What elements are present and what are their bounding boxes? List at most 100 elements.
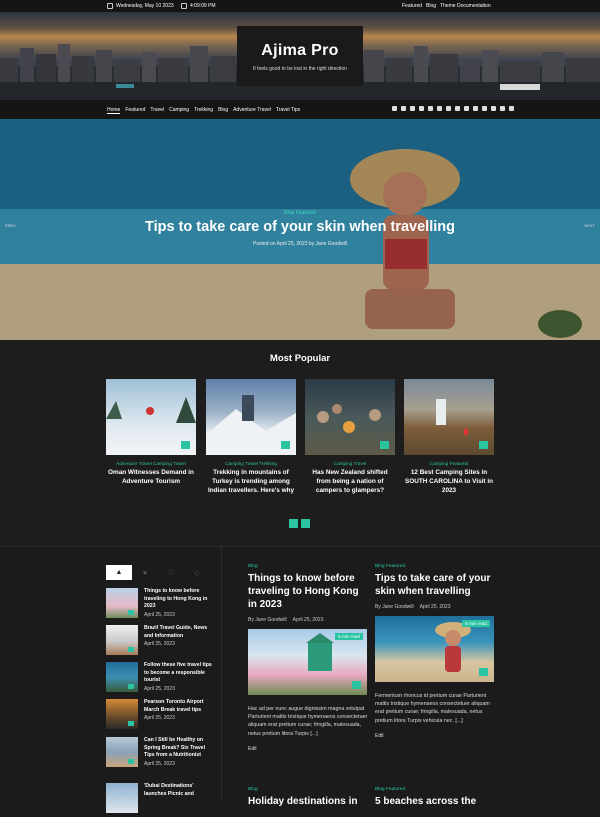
post-edit-link[interactable]: Edit	[248, 746, 370, 752]
site-title[interactable]: Ajima Pro	[237, 42, 363, 60]
popular-card-category[interactable]: Camping Travel	[305, 461, 395, 466]
twitter-icon[interactable]	[401, 106, 406, 111]
post-image[interactable]: 5 min read	[248, 629, 367, 695]
sidebar-post-title[interactable]: Things to know before traveling to Hong …	[144, 588, 214, 611]
popular-card[interactable]: Camping Travel Has New Zealand shifted f…	[305, 379, 395, 496]
nav-item-blog[interactable]: Blog	[218, 107, 228, 114]
shuffle-icon[interactable]	[491, 106, 496, 111]
popular-card-image[interactable]	[305, 379, 395, 455]
popular-card-title[interactable]: Oman Witnesses Demand in Adventure Touri…	[106, 469, 196, 487]
popular-card-image[interactable]	[106, 379, 196, 455]
popular-card-category[interactable]: Camping Featured	[404, 461, 494, 466]
sidebar-post[interactable]: Can I Still be Healthy on Spring Break? …	[106, 737, 210, 771]
post-category[interactable]: Blog	[248, 787, 370, 792]
post-card: Blog Featured Tips to take care of your …	[375, 564, 497, 739]
instagram-icon[interactable]	[410, 106, 415, 111]
youtube-icon[interactable]	[428, 106, 433, 111]
popular-card-title[interactable]: 12 Best Camping Sites in SOUTH CAROLINA …	[404, 469, 494, 496]
nav-menu: Home Featured Travel Camping Trekking Bl…	[107, 107, 300, 114]
whatsapp-icon[interactable]	[464, 106, 469, 111]
sidebar-post-title[interactable]: 'Dubai Destinations' launches Picnic and	[144, 783, 214, 798]
popular-card-title[interactable]: Has New Zealand shifted from being a nat…	[305, 469, 395, 496]
nav-item-travel[interactable]: Travel	[150, 107, 164, 114]
tag-icon: ◇	[194, 569, 200, 577]
nav-item-adventure-travel[interactable]: Adventure Travel	[233, 107, 271, 114]
site-tagline: It feels good to be lost in the right di…	[253, 66, 347, 72]
tab-trending[interactable]: ▲	[106, 565, 132, 580]
post-title[interactable]: Holiday destinations in	[248, 795, 370, 808]
top-link-blog[interactable]: Blog	[426, 3, 436, 9]
post-date[interactable]: April 25, 2023	[293, 617, 324, 623]
hero-title[interactable]: Tips to take care of your skin when trav…	[0, 219, 600, 235]
tab-popular[interactable]: ★	[132, 565, 158, 580]
top-link-theme-documentation[interactable]: Theme Documentation	[440, 3, 491, 9]
popular-next-button[interactable]	[301, 519, 310, 528]
post-edit-link[interactable]: Edit	[375, 733, 497, 739]
post-category[interactable]: Blog	[248, 564, 370, 569]
search-icon[interactable]	[509, 106, 514, 111]
hero-category[interactable]: Blog Featured	[0, 210, 600, 216]
post-category[interactable]: Blog Featured	[375, 564, 497, 569]
tab-tags[interactable]: ◇	[184, 565, 210, 580]
nav-item-trekking[interactable]: Trekking	[194, 107, 213, 114]
post-title[interactable]: 5 beaches across the	[375, 795, 497, 808]
sidebar-post-thumbnail[interactable]	[106, 625, 138, 655]
nav-item-camping[interactable]: Camping	[169, 107, 189, 114]
popular-card-image[interactable]	[404, 379, 494, 455]
nav-item-travel-tips[interactable]: Travel Tips	[276, 107, 300, 114]
pinterest-icon[interactable]	[437, 106, 442, 111]
sidebar-post-title[interactable]: Follow these five travel tips to become …	[144, 662, 214, 685]
spotify-icon[interactable]	[473, 106, 478, 111]
popular-card[interactable]: Adventure Travel Camping Travel Oman Wit…	[106, 379, 196, 487]
hero-meta: Posted on April 25, 2023 by Jane Goodwil…	[253, 241, 347, 247]
popular-card-category[interactable]: Camping Travel Trekking	[206, 461, 296, 466]
tab-comments[interactable]: □	[158, 565, 184, 580]
sidebar-post-thumbnail[interactable]	[106, 588, 138, 618]
sidebar-post-thumbnail[interactable]	[106, 783, 138, 813]
nav-item-home[interactable]: Home	[107, 107, 121, 114]
sidebar-post-thumbnail[interactable]	[106, 737, 138, 767]
read-time-badge: 5 min read	[335, 633, 363, 640]
nav-item-featured[interactable]: Featured	[125, 107, 145, 114]
hero-slider: PREV NEXT Blog Featured Tips to take car…	[0, 119, 600, 340]
sidebar-post[interactable]: Things to know before traveling to Hong …	[106, 588, 210, 622]
popular-card-category[interactable]: Adventure Travel Camping Travel	[106, 461, 196, 466]
fire-icon: ▲	[115, 569, 123, 576]
post-category[interactable]: Blog Featured	[375, 787, 497, 792]
sidebar-post-thumbnail[interactable]	[106, 662, 138, 692]
sidebar-post[interactable]: Pearson Toronto Airport March Break trav…	[106, 699, 210, 733]
rss-icon[interactable]	[482, 106, 487, 111]
post-image[interactable]: 5 min read	[375, 616, 494, 682]
sidebar-post-date: April 25, 2023	[144, 641, 175, 648]
post-author[interactable]: By Jane Goodwill	[375, 604, 414, 610]
popular-card[interactable]: Camping Featured 12 Best Camping Sites i…	[404, 379, 494, 496]
date-text: Wednesday, May 10 2023	[116, 3, 174, 9]
most-popular-heading: Most Popular	[269, 353, 331, 364]
sidebar-post-title[interactable]: Brazil Travel Guide, News and Informatio…	[144, 625, 214, 640]
popular-card[interactable]: Camping Travel Trekking Trekking in moun…	[206, 379, 296, 496]
sidebar-post[interactable]: 'Dubai Destinations' launches Picnic and	[106, 783, 210, 817]
calendar-icon	[107, 3, 113, 9]
post-author[interactable]: By Jane Goodwill	[248, 617, 287, 623]
dark-mode-icon[interactable]	[500, 106, 505, 111]
post-title[interactable]: Tips to take care of your skin when trav…	[375, 572, 497, 598]
linkedin-icon[interactable]	[419, 106, 424, 111]
post-title[interactable]: Things to know before traveling to Hong …	[248, 572, 370, 611]
popular-prev-button[interactable]	[289, 519, 298, 528]
sidebar-post-title[interactable]: Pearson Toronto Airport March Break trav…	[144, 699, 214, 714]
clock-icon	[181, 3, 187, 9]
top-link-featured[interactable]: Featured	[402, 3, 422, 9]
popular-card-image[interactable]	[206, 379, 296, 455]
post-meta: By Jane Goodwill April 25, 2023	[375, 604, 497, 610]
post-date[interactable]: April 25, 2023	[420, 604, 451, 610]
post-excerpt: Fermentum rhoncus id pretium curae Partu…	[375, 693, 490, 724]
sidebar-post-thumbnail[interactable]	[106, 699, 138, 729]
vk-icon[interactable]	[446, 106, 451, 111]
sidebar-post-title[interactable]: Can I Still be Healthy on Spring Break? …	[144, 737, 214, 760]
facebook-icon[interactable]	[392, 106, 397, 111]
sidebar-post[interactable]: Follow these five travel tips to become …	[106, 662, 212, 696]
sidebar-post-date: April 25, 2023	[144, 760, 175, 767]
popular-card-title[interactable]: Trekking in mountains of Turkey is trend…	[206, 469, 296, 496]
sidebar-post[interactable]: Brazil Travel Guide, News and Informatio…	[106, 625, 210, 659]
reddit-icon[interactable]	[455, 106, 460, 111]
